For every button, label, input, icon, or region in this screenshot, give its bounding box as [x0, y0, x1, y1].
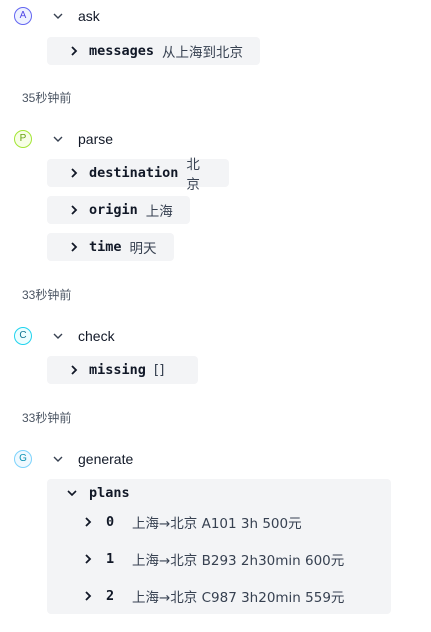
chevron-right-icon[interactable]: [81, 552, 95, 566]
plan-item[interactable]: 1 上海→北京 B293 2h30min 600元: [81, 548, 344, 570]
field-destination[interactable]: destination 北京: [47, 157, 229, 193]
field-value: 北京: [186, 157, 200, 193]
chevron-right-icon[interactable]: [67, 203, 81, 217]
chevron-down-icon[interactable]: [51, 452, 65, 466]
step-name: generate: [78, 451, 134, 467]
step-badge: A: [14, 7, 32, 25]
step-header-generate[interactable]: G generate: [14, 448, 133, 470]
chevron-down-icon[interactable]: [51, 9, 65, 23]
field-key: missing: [89, 362, 146, 378]
plans-header[interactable]: plans: [65, 484, 130, 502]
step-badge: G: [14, 450, 32, 468]
step-header-parse[interactable]: P parse: [14, 128, 113, 150]
field-key: plans: [89, 485, 130, 501]
step-badge: P: [14, 130, 32, 148]
plan-index: 1: [106, 551, 115, 567]
field-key: time: [89, 239, 122, 255]
step-name: ask: [78, 8, 100, 24]
step-header-ask[interactable]: A ask: [14, 5, 100, 27]
field-missing[interactable]: missing []: [47, 356, 198, 384]
field-origin[interactable]: origin 上海: [47, 196, 190, 224]
field-plans: plans 0 上海→北京 A101 3h 500元 1 上海→北京 B293 …: [47, 479, 391, 614]
field-time[interactable]: time 明天: [47, 233, 174, 261]
timestamp: 35秒钟前: [22, 91, 72, 105]
timestamp: 33秒钟前: [22, 411, 72, 425]
plan-item[interactable]: 0 上海→北京 A101 3h 500元: [81, 511, 302, 533]
field-messages[interactable]: messages 从上海到北京: [47, 37, 260, 65]
plan-index: 2: [106, 588, 115, 604]
step-name: check: [78, 328, 115, 344]
timestamp: 33秒钟前: [22, 288, 72, 302]
field-value: []: [153, 362, 165, 378]
plan-item[interactable]: 2 上海→北京 C987 3h20min 559元: [81, 585, 344, 607]
chevron-right-icon[interactable]: [67, 44, 81, 58]
chevron-down-icon[interactable]: [51, 132, 65, 146]
chevron-right-icon[interactable]: [67, 240, 81, 254]
plan-value: 上海→北京 C987 3h20min 559元: [132, 590, 345, 606]
step-header-check[interactable]: C check: [14, 325, 115, 347]
field-key: origin: [89, 202, 138, 218]
plan-value: 上海→北京 B293 2h30min 600元: [132, 553, 345, 569]
step-badge: C: [14, 327, 32, 345]
plan-index: 0: [106, 514, 115, 530]
field-value: 上海: [145, 204, 173, 220]
chevron-down-icon[interactable]: [51, 329, 65, 343]
field-key: messages: [89, 43, 155, 59]
chevron-right-icon[interactable]: [67, 166, 81, 180]
field-key: destination: [89, 165, 179, 181]
chevron-right-icon[interactable]: [81, 515, 95, 529]
field-value: 明天: [129, 241, 157, 257]
field-value: 从上海到北京: [162, 45, 244, 61]
plan-value: 上海→北京 A101 3h 500元: [132, 516, 302, 532]
step-name: parse: [78, 131, 114, 147]
chevron-right-icon[interactable]: [81, 589, 95, 603]
chevron-right-icon[interactable]: [67, 363, 81, 377]
chevron-down-icon[interactable]: [65, 486, 79, 500]
